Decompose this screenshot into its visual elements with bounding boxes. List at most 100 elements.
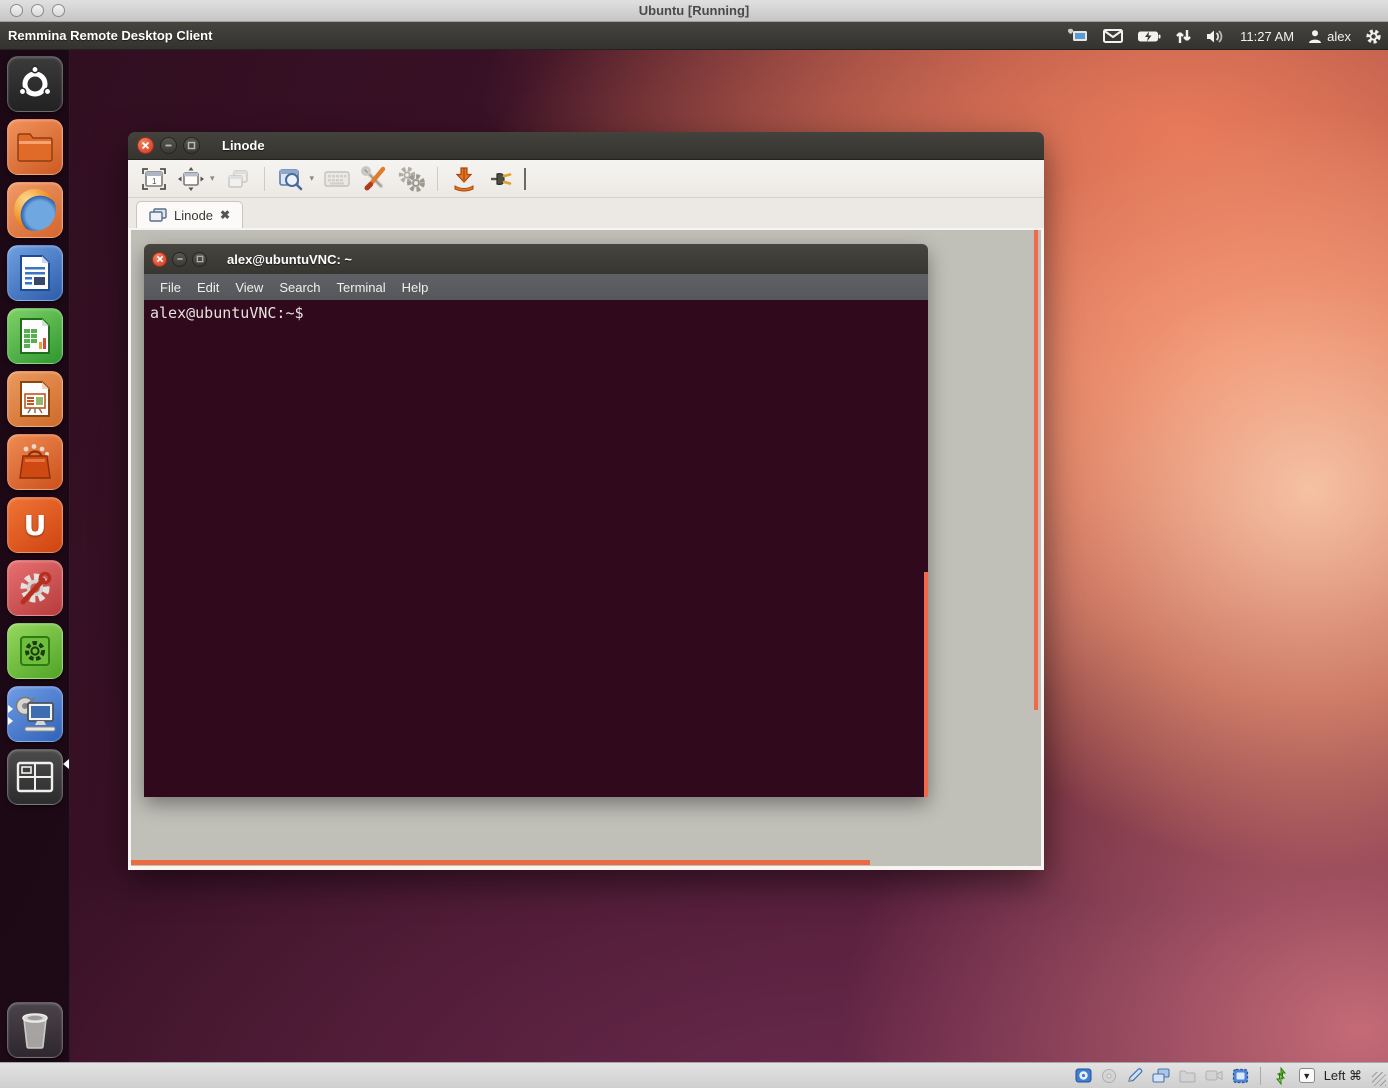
launcher-item-trash[interactable] — [7, 1002, 63, 1058]
menu-file[interactable]: File — [152, 280, 189, 295]
screen: Ubuntu [Running] Remmina Remote Desktop … — [0, 0, 1388, 1088]
running-pip — [8, 717, 13, 725]
fullscreen-icon[interactable]: 1 — [140, 165, 168, 193]
mail-indicator-icon[interactable] — [1103, 29, 1123, 43]
ubuntu-logo-icon — [16, 65, 54, 103]
impress-document-icon — [18, 379, 52, 419]
launcher-item-dash[interactable] — [7, 56, 63, 112]
sound-indicator-icon[interactable] — [1206, 29, 1226, 44]
calc-document-icon — [18, 316, 52, 356]
toolbar-edge-bar — [524, 168, 526, 190]
menu-search[interactable]: Search — [271, 280, 328, 295]
terminal-window[interactable]: alex@ubuntuVNC: ~ File Edit View Search … — [144, 244, 928, 797]
launcher-item-workspace-switcher[interactable] — [7, 749, 63, 805]
svg-text:1: 1 — [152, 177, 157, 186]
remote-desktop-indicator-icon[interactable] — [1067, 28, 1089, 44]
host-key-indicator: Left ⌘ — [1324, 1068, 1362, 1084]
launcher-item-libreoffice-calc[interactable] — [7, 308, 63, 364]
launcher-item-software-center[interactable] — [7, 434, 63, 490]
vnc-artifact-line — [924, 572, 928, 797]
remmina-toolbar: 1 ▾ ▾ — [128, 160, 1044, 198]
cd-icon[interactable] — [1101, 1068, 1117, 1084]
tab-close-icon[interactable]: ✖ — [220, 208, 230, 222]
remmina-viewport: alex@ubuntuVNC: ~ File Edit View Search … — [128, 228, 1044, 870]
launcher-item-system-settings[interactable] — [7, 560, 63, 616]
firefox-icon — [14, 189, 56, 231]
menu-help[interactable]: Help — [394, 280, 437, 295]
vbox-statusbar: ▼ Left ⌘ — [0, 1062, 1388, 1088]
host-window-title: Ubuntu [Running] — [0, 3, 1388, 18]
zoom-dropdown-icon[interactable]: ▾ — [310, 173, 315, 184]
hdd-icon[interactable] — [1075, 1067, 1092, 1084]
network-indicator-icon[interactable] — [1175, 29, 1192, 44]
software-center-bag-icon — [16, 442, 54, 482]
folder-icon — [15, 130, 55, 164]
menu-view[interactable]: View — [227, 280, 271, 295]
launcher-item-ubuntu-one[interactable]: U — [7, 497, 63, 553]
duplicate-connection-icon[interactable] — [224, 165, 252, 193]
remmina-tabbar: Linode ✖ — [128, 198, 1044, 228]
unity-launcher: U — [0, 50, 70, 1062]
video-camera-icon[interactable] — [1205, 1069, 1223, 1082]
remmina-titlebar[interactable]: Linode — [128, 132, 1044, 160]
clock[interactable]: 11:27 AM — [1240, 29, 1294, 44]
trash-icon — [17, 1010, 53, 1050]
terminal-content[interactable]: alex@ubuntuVNC:~$ — [144, 300, 928, 797]
remmina-window: Linode 1 ▾ ▾ — [128, 132, 1044, 870]
user-menu[interactable]: alex — [1308, 29, 1351, 44]
workspace-grid-icon — [15, 760, 55, 794]
active-app-title[interactable]: Remmina Remote Desktop Client — [8, 28, 212, 43]
settings-gear-wrench-icon — [15, 568, 55, 608]
battery-indicator-icon[interactable] — [1137, 30, 1161, 43]
update-manager-icon — [16, 632, 54, 670]
remote-desktop[interactable]: alex@ubuntuVNC: ~ File Edit View Search … — [131, 230, 1041, 866]
tab-connection-icon — [149, 208, 167, 222]
tab-linode[interactable]: Linode ✖ — [136, 201, 243, 228]
pencil-icon[interactable] — [1126, 1067, 1143, 1084]
menu-edit[interactable]: Edit — [189, 280, 227, 295]
terminal-maximize-button[interactable] — [192, 252, 207, 267]
screenshot-icon[interactable] — [450, 165, 478, 193]
terminal-minimize-button[interactable] — [172, 252, 187, 267]
running-pip — [8, 705, 13, 713]
statusbar-separator — [1260, 1067, 1261, 1085]
zoom-icon[interactable] — [277, 165, 305, 193]
window-maximize-button[interactable] — [183, 137, 200, 154]
shell-prompt: alex@ubuntuVNC:~$ — [150, 304, 304, 322]
menu-terminal[interactable]: Terminal — [329, 280, 394, 295]
launcher-item-files[interactable] — [7, 119, 63, 175]
launcher-item-libreoffice-impress[interactable] — [7, 371, 63, 427]
shared-folder-icon[interactable] — [1179, 1069, 1196, 1083]
launcher-item-remmina[interactable] — [7, 686, 63, 742]
desktop-wallpaper: U — [0, 50, 1388, 1062]
scaled-mode-icon[interactable] — [177, 165, 205, 193]
window-close-button[interactable] — [137, 137, 154, 154]
send-keys-icon[interactable] — [323, 165, 351, 193]
disconnect-plug-icon[interactable] — [487, 165, 515, 193]
tools-icon[interactable] — [360, 165, 388, 193]
resize-grip[interactable] — [1372, 1072, 1386, 1086]
macos-titlebar: Ubuntu [Running] — [0, 0, 1388, 22]
username: alex — [1327, 29, 1351, 44]
remmina-icon — [13, 694, 57, 734]
session-gear-icon[interactable] — [1365, 28, 1382, 45]
toolbar-separator — [264, 167, 265, 191]
vnc-artifact-line — [131, 860, 870, 865]
terminal-titlebar[interactable]: alex@ubuntuVNC: ~ — [144, 244, 928, 274]
vnc-artifact-line — [1034, 230, 1038, 710]
window-minimize-button[interactable] — [160, 137, 177, 154]
preferences-gears-icon[interactable] — [397, 165, 425, 193]
mouse-integration-icon[interactable] — [1272, 1067, 1290, 1085]
keyboard-capture-icon[interactable]: ▼ — [1299, 1068, 1315, 1083]
terminal-window-title: alex@ubuntuVNC: ~ — [227, 252, 352, 267]
launcher-item-update-manager[interactable] — [7, 623, 63, 679]
scaled-mode-dropdown-icon[interactable]: ▾ — [210, 173, 215, 184]
terminal-close-button[interactable] — [152, 252, 167, 267]
writer-document-icon — [18, 253, 52, 293]
toolbar-separator — [437, 167, 438, 191]
display-icon[interactable] — [1232, 1068, 1249, 1084]
tab-label: Linode — [174, 208, 213, 223]
launcher-item-libreoffice-writer[interactable] — [7, 245, 63, 301]
network-windows-icon[interactable] — [1152, 1068, 1170, 1084]
launcher-item-firefox[interactable] — [7, 182, 63, 238]
